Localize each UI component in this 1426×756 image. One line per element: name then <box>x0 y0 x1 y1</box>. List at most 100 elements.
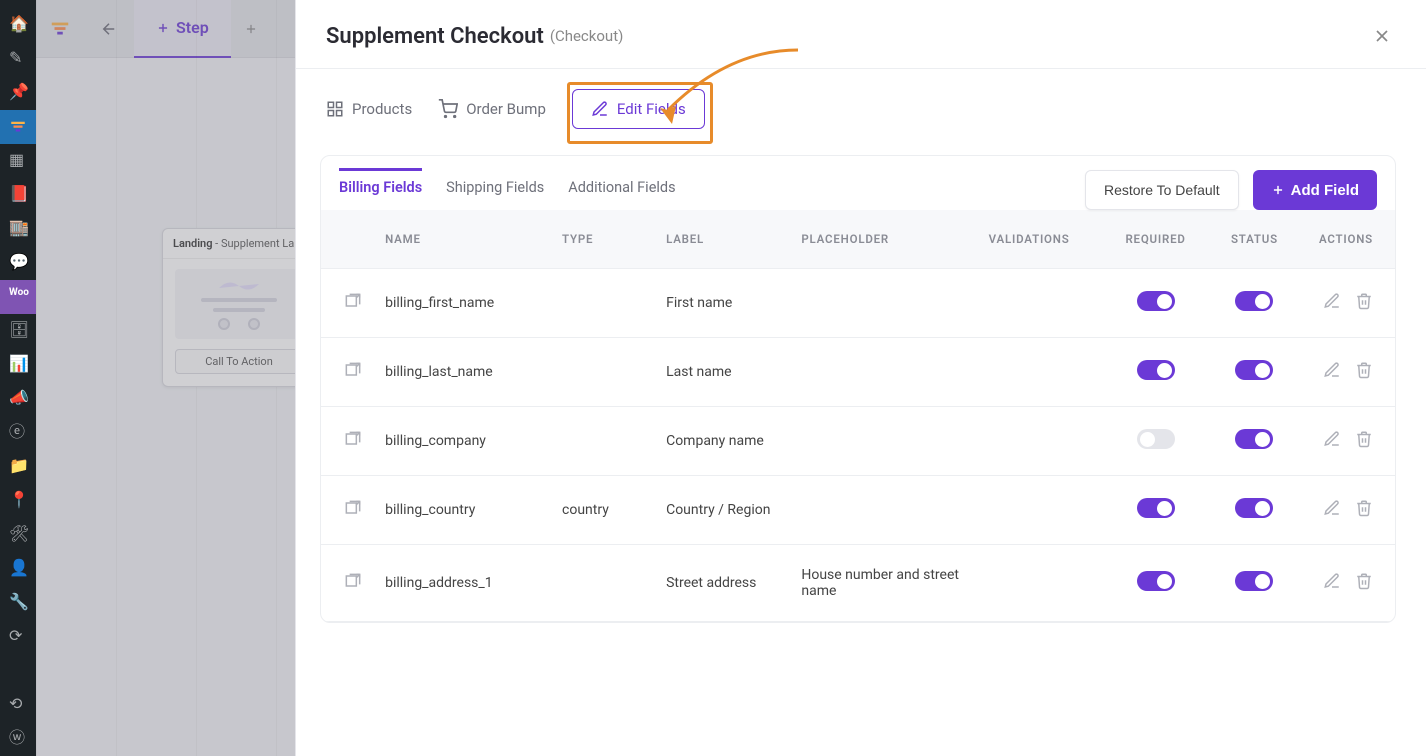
required-toggle[interactable] <box>1137 291 1175 311</box>
drag-handle-icon[interactable] <box>343 437 363 453</box>
wp-woo[interactable]: Woo <box>0 280 36 314</box>
cell-label: Company name <box>656 407 791 476</box>
wp-user[interactable]: 👤 <box>0 552 36 586</box>
drag-handle-icon[interactable] <box>343 579 363 595</box>
wp-pin[interactable]: 📌 <box>0 76 36 110</box>
cell-name: billing_first_name <box>375 269 552 338</box>
cell-name: billing_company <box>375 407 552 476</box>
tab-order-bump[interactable]: Order Bump <box>438 91 546 127</box>
required-toggle[interactable] <box>1137 429 1175 449</box>
delete-row-button[interactable] <box>1355 499 1373 521</box>
cell-name: billing_country <box>375 476 552 545</box>
cell-placeholder <box>791 338 978 407</box>
cell-type <box>552 338 656 407</box>
cell-label: Last name <box>656 338 791 407</box>
required-toggle[interactable] <box>1137 498 1175 518</box>
th-actions: ACTIONS <box>1301 210 1395 269</box>
edit-row-button[interactable] <box>1323 572 1341 594</box>
cell-validations <box>979 338 1104 407</box>
delete-row-button[interactable] <box>1355 430 1373 452</box>
status-toggle[interactable] <box>1235 291 1273 311</box>
delete-row-button[interactable] <box>1355 572 1373 594</box>
pencil-icon <box>591 100 609 118</box>
step-card-thumbnail <box>175 269 303 339</box>
drag-handle-icon[interactable] <box>343 506 363 522</box>
panel-title: Supplement Checkout <box>326 24 544 49</box>
cell-placeholder <box>791 407 978 476</box>
drag-handle-icon[interactable] <box>343 299 363 315</box>
checkout-panel: Supplement Checkout (Checkout) Products … <box>295 0 1426 756</box>
cell-validations <box>979 269 1104 338</box>
close-button[interactable] <box>1368 22 1396 50</box>
wp-archive[interactable]: 🗄 <box>0 314 36 348</box>
wp-dashboard[interactable]: 🏠 <box>0 8 36 42</box>
wp-pushpin[interactable]: 📍 <box>0 484 36 518</box>
cell-placeholder <box>791 269 978 338</box>
wp-wrench[interactable]: 🔧 <box>0 586 36 620</box>
panel-header: Supplement Checkout (Checkout) <box>296 0 1426 69</box>
add-field-button[interactable]: Add Field <box>1253 170 1377 210</box>
edit-row-button[interactable] <box>1323 499 1341 521</box>
cell-validations <box>979 545 1104 622</box>
wp-funnel[interactable] <box>0 110 36 144</box>
card-tab-billing[interactable]: Billing Fields <box>339 168 422 210</box>
edit-row-button[interactable] <box>1323 430 1341 452</box>
cell-type <box>552 407 656 476</box>
edit-row-button[interactable] <box>1323 292 1341 314</box>
status-toggle[interactable] <box>1235 360 1273 380</box>
plus-icon <box>1271 183 1285 197</box>
wp-blocks[interactable]: ▦ <box>0 144 36 178</box>
cell-type <box>552 545 656 622</box>
fields-card: Billing Fields Shipping Fields Additiona… <box>320 155 1396 623</box>
cell-label: Street address <box>656 545 791 622</box>
wp-updates[interactable]: ⟳ <box>0 620 36 654</box>
cell-validations <box>979 407 1104 476</box>
wp-collapse[interactable]: ⟲ <box>0 688 36 722</box>
cell-placeholder <box>791 476 978 545</box>
card-tab-shipping[interactable]: Shipping Fields <box>446 171 544 210</box>
tab-products[interactable]: Products <box>326 92 412 126</box>
wp-folder[interactable]: 📁 <box>0 450 36 484</box>
cart-icon <box>438 99 458 119</box>
cell-type: country <box>552 476 656 545</box>
th-validations: VALIDATIONS <box>979 210 1104 269</box>
th-status: STATUS <box>1208 210 1302 269</box>
status-toggle[interactable] <box>1235 429 1273 449</box>
card-tab-additional[interactable]: Additional Fields <box>568 171 675 210</box>
required-toggle[interactable] <box>1137 360 1175 380</box>
step-card-cta[interactable]: Call To Action <box>175 349 303 374</box>
card-tabs: Billing Fields Shipping Fields Additiona… <box>321 156 1395 210</box>
step-card-landing[interactable]: Landing - Supplement La... Call To Actio… <box>162 228 316 387</box>
restore-default-button[interactable]: Restore To Default <box>1085 170 1239 210</box>
delete-row-button[interactable] <box>1355 292 1373 314</box>
cell-label: First name <box>656 269 791 338</box>
fields-table: NAME TYPE LABEL PLACEHOLDER VALIDATIONS … <box>321 210 1395 622</box>
th-name: NAME <box>375 210 552 269</box>
th-label: LABEL <box>656 210 791 269</box>
panel-tabs-row: Products Order Bump Edit Fields <box>296 69 1426 155</box>
required-toggle[interactable] <box>1137 571 1175 591</box>
drag-handle-icon[interactable] <box>343 368 363 384</box>
wp-elementor[interactable]: ⓔ <box>0 416 36 450</box>
cell-label: Country / Region <box>656 476 791 545</box>
wp-chat[interactable]: 💬 <box>0 246 36 280</box>
wp-megaphone[interactable]: 📣 <box>0 382 36 416</box>
wp-brush[interactable]: ✎ <box>0 42 36 76</box>
tab-edit-fields[interactable]: Edit Fields <box>572 89 705 129</box>
wp-book[interactable]: 📕 <box>0 178 36 212</box>
th-placeholder: PLACEHOLDER <box>791 210 978 269</box>
status-toggle[interactable] <box>1235 498 1273 518</box>
wp-store[interactable]: 🏬 <box>0 212 36 246</box>
table-row: billing_first_name First name <box>321 269 1395 338</box>
delete-row-button[interactable] <box>1355 361 1373 383</box>
wp-tools[interactable]: 🛠 <box>0 518 36 552</box>
step-card-header: Landing - Supplement La... <box>163 229 315 259</box>
status-toggle[interactable] <box>1235 571 1273 591</box>
th-type: TYPE <box>552 210 656 269</box>
wp-wpbar[interactable]: ⓦ <box>0 722 36 756</box>
edit-row-button[interactable] <box>1323 361 1341 383</box>
wp-admin-sidebar: 🏠 ✎ 📌 ▦ 📕 🏬 💬 Woo 🗄 📊 📣 ⓔ 📁 📍 🛠 👤 🔧 ⟳ ⟲ … <box>0 0 36 756</box>
cell-name: billing_address_1 <box>375 545 552 622</box>
cell-placeholder: House number and street name <box>791 545 978 622</box>
wp-stats[interactable]: 📊 <box>0 348 36 382</box>
